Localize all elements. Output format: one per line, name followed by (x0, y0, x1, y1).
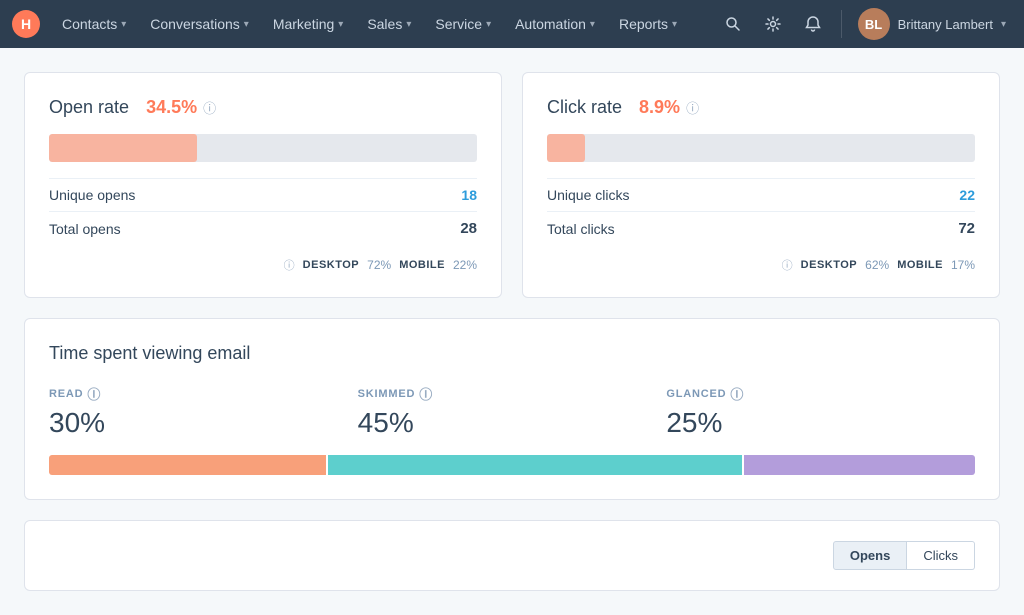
read-value: 30% (49, 407, 358, 439)
opens-button[interactable]: Opens (833, 541, 907, 570)
total-opens-row: Total opens 28 (49, 211, 477, 245)
top-stats-row: Open rate 34.5% ⓘ Unique opens 18 Total … (24, 72, 1000, 298)
time-metrics: READ ⓘ 30% SKIMMED ⓘ 45% GLANCED ⓘ 25% (49, 384, 975, 439)
click-rate-title: Click rate 8.9% ⓘ (547, 97, 975, 118)
footer-info-icon[interactable]: ⓘ (284, 257, 295, 273)
read-bar-segment (49, 455, 326, 475)
chevron-down-icon: ▾ (244, 19, 249, 30)
time-card-title: Time spent viewing email (49, 343, 975, 364)
click-mobile-value: 17% (951, 258, 975, 272)
opens-clicks-toggle: Opens Clicks (833, 541, 975, 570)
click-desktop-value: 62% (865, 258, 889, 272)
chevron-down-icon: ▾ (672, 19, 677, 30)
hubspot-logo: H (12, 10, 40, 38)
nav-reports[interactable]: Reports ▾ (609, 0, 687, 48)
nav-marketing[interactable]: Marketing ▾ (263, 0, 354, 48)
chevron-down-icon: ▾ (406, 19, 411, 30)
click-footer-info-icon[interactable]: ⓘ (782, 257, 793, 273)
open-rate-info-icon[interactable]: ⓘ (203, 98, 216, 117)
click-rate-fill (547, 134, 585, 162)
avatar: BL (858, 8, 890, 40)
open-rate-title: Open rate 34.5% ⓘ (49, 97, 477, 118)
topnav: H Contacts ▾ Conversations ▾ Marketing ▾… (0, 0, 1024, 48)
skimmed-info-icon[interactable]: ⓘ (419, 384, 433, 403)
user-menu[interactable]: BL Brittany Lambert ▾ (852, 8, 1012, 40)
total-opens-label: Total opens (49, 221, 121, 237)
total-clicks-label: Total clicks (547, 221, 615, 237)
click-rate-info-icon[interactable]: ⓘ (686, 98, 699, 117)
nav-automation[interactable]: Automation ▾ (505, 0, 605, 48)
skimmed-label: SKIMMED ⓘ (358, 384, 667, 403)
chevron-down-icon: ▾ (590, 19, 595, 30)
open-rate-fill (49, 134, 197, 162)
open-rate-card: Open rate 34.5% ⓘ Unique opens 18 Total … (24, 72, 502, 298)
total-opens-value: 28 (460, 220, 477, 237)
glanced-label: GLANCED ⓘ (666, 384, 975, 403)
bottom-card: Opens Clicks (24, 520, 1000, 591)
glanced-bar-segment (744, 455, 975, 475)
unique-opens-value: 18 (461, 187, 477, 203)
skimmed-value: 45% (358, 407, 667, 439)
click-rate-footer: ⓘ DESKTOP 62% MOBILE 17% (547, 257, 975, 273)
clicks-button[interactable]: Clicks (907, 541, 975, 570)
time-spent-card: Time spent viewing email READ ⓘ 30% SKIM… (24, 318, 1000, 500)
user-name: Brittany Lambert (898, 17, 993, 32)
desktop-value: 72% (367, 258, 391, 272)
total-clicks-value: 72 (958, 220, 975, 237)
read-info-icon[interactable]: ⓘ (87, 384, 101, 403)
nav-sales[interactable]: Sales ▾ (357, 0, 421, 48)
read-metric: READ ⓘ 30% (49, 384, 358, 439)
click-mobile-label: MOBILE (897, 259, 943, 271)
click-rate-card: Click rate 8.9% ⓘ Unique clicks 22 Total… (522, 72, 1000, 298)
mobile-label: MOBILE (399, 259, 445, 271)
unique-clicks-label: Unique clicks (547, 187, 629, 203)
main-content: Open rate 34.5% ⓘ Unique opens 18 Total … (0, 48, 1024, 615)
glanced-info-icon[interactable]: ⓘ (730, 384, 744, 403)
skimmed-metric: SKIMMED ⓘ 45% (358, 384, 667, 439)
open-rate-footer: ⓘ DESKTOP 72% MOBILE 22% (49, 257, 477, 273)
unique-clicks-row: Unique clicks 22 (547, 178, 975, 211)
user-chevron-icon: ▾ (1001, 19, 1006, 30)
search-button[interactable] (715, 6, 751, 42)
desktop-label: DESKTOP (303, 259, 359, 271)
click-rate-progress (547, 134, 975, 162)
unique-opens-row: Unique opens 18 (49, 178, 477, 211)
nav-contacts[interactable]: Contacts ▾ (52, 0, 136, 48)
click-desktop-label: DESKTOP (801, 259, 857, 271)
settings-button[interactable] (755, 6, 791, 42)
skimmed-bar-segment (328, 455, 743, 475)
nav-divider (841, 10, 842, 38)
chevron-down-icon: ▾ (121, 19, 126, 30)
nav-service[interactable]: Service ▾ (425, 0, 501, 48)
notifications-button[interactable] (795, 6, 831, 42)
glanced-value: 25% (666, 407, 975, 439)
nav-conversations[interactable]: Conversations ▾ (140, 0, 259, 48)
total-clicks-row: Total clicks 72 (547, 211, 975, 245)
chevron-down-icon: ▾ (486, 19, 491, 30)
unique-opens-label: Unique opens (49, 187, 135, 203)
nav-right-actions: BL Brittany Lambert ▾ (715, 6, 1012, 42)
mobile-value: 22% (453, 258, 477, 272)
chevron-down-icon: ▾ (338, 19, 343, 30)
unique-clicks-value: 22 (959, 187, 975, 203)
read-label: READ ⓘ (49, 384, 358, 403)
glanced-metric: GLANCED ⓘ 25% (666, 384, 975, 439)
open-rate-progress (49, 134, 477, 162)
time-bar (49, 455, 975, 475)
